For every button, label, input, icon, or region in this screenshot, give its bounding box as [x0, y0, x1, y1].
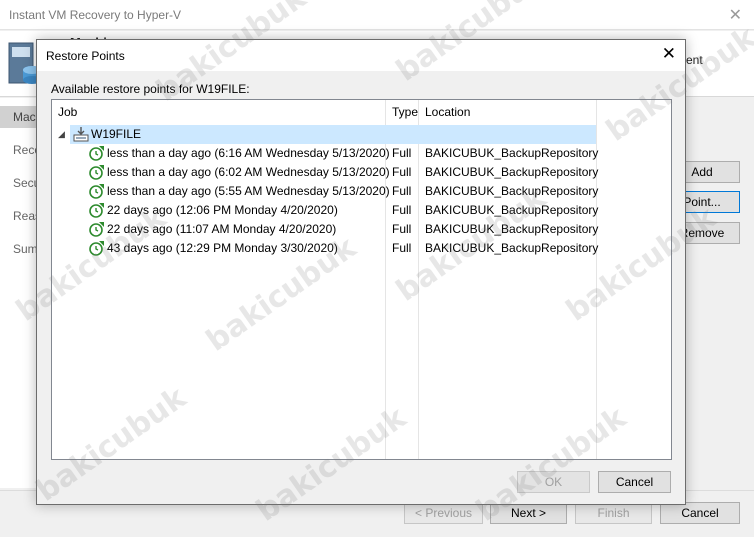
- table-row[interactable]: less than a day ago (5:55 AM Wednesday 5…: [52, 182, 671, 201]
- wizard-titlebar: Instant VM Recovery to Hyper-V ✕: [0, 0, 754, 30]
- wizard-cancel-button[interactable]: Cancel: [660, 502, 740, 524]
- collapse-icon[interactable]: ◢: [58, 125, 65, 144]
- wizard-title: Instant VM Recovery to Hyper-V: [9, 8, 182, 22]
- wizard-steps: Machines Recovery Mode Secure Restore Re…: [0, 98, 40, 488]
- location-cell: BAKICUBUK_BackupRepository: [425, 241, 599, 255]
- row-selection-highlight: [70, 125, 596, 144]
- location-cell: BAKICUBUK_BackupRepository: [425, 165, 599, 179]
- location-cell: BAKICUBUK_BackupRepository: [425, 203, 599, 217]
- wizard-close-icon[interactable]: ✕: [729, 5, 742, 25]
- restore-points-grid[interactable]: Job Type Location ◢ W19FILE less than a …: [51, 99, 672, 460]
- table-row[interactable]: less than a day ago (6:02 AM Wednesday 5…: [52, 163, 671, 182]
- step-machines[interactable]: Machines: [0, 106, 40, 128]
- table-row[interactable]: 43 days ago (12:29 PM Monday 3/30/2020) …: [52, 239, 671, 258]
- ok-button[interactable]: OK: [517, 471, 590, 493]
- type-cell: Full: [392, 184, 412, 198]
- restore-points-dialog: Restore Points ✕ Available restore point…: [36, 39, 686, 505]
- node-name: W19FILE: [91, 127, 142, 141]
- table-row[interactable]: less than a day ago (6:16 AM Wednesday 5…: [52, 144, 671, 163]
- type-cell: Full: [392, 146, 412, 160]
- job-cell: less than a day ago (6:16 AM Wednesday 5…: [107, 146, 390, 160]
- location-cell: BAKICUBUK_BackupRepository: [425, 222, 599, 236]
- table-row[interactable]: 22 days ago (11:07 AM Monday 4/20/2020) …: [52, 220, 671, 239]
- job-cell: less than a day ago (5:55 AM Wednesday 5…: [107, 184, 390, 198]
- column-header-type[interactable]: Type: [386, 100, 418, 124]
- restore-point-clock-icon: [89, 146, 104, 161]
- column-header-job[interactable]: Job: [52, 100, 385, 124]
- dialog-close-icon[interactable]: ✕: [662, 45, 676, 63]
- restore-point-clock-icon: [89, 165, 104, 180]
- job-cell: 22 days ago (11:07 AM Monday 4/20/2020): [107, 222, 337, 236]
- restore-point-clock-icon: [89, 241, 104, 256]
- location-cell: BAKICUBUK_BackupRepository: [425, 184, 599, 198]
- job-cell: 43 days ago (12:29 PM Monday 3/30/2020): [107, 241, 338, 255]
- dialog-titlebar: Restore Points ✕: [37, 40, 685, 71]
- next-button[interactable]: Next >: [490, 502, 567, 524]
- restore-point-clock-icon: [89, 222, 104, 237]
- table-row[interactable]: 22 days ago (12:06 PM Monday 4/20/2020) …: [52, 201, 671, 220]
- dialog-title: Restore Points: [46, 49, 125, 63]
- dialog-cancel-button[interactable]: Cancel: [598, 471, 671, 493]
- column-header-location[interactable]: Location: [419, 100, 597, 124]
- type-cell: Full: [392, 203, 412, 217]
- job-cell: 22 days ago (12:06 PM Monday 4/20/2020): [107, 203, 338, 217]
- restore-point-clock-icon: [89, 203, 104, 218]
- finish-button[interactable]: Finish: [575, 502, 652, 524]
- type-cell: Full: [392, 222, 412, 236]
- type-cell: Full: [392, 165, 412, 179]
- location-cell: BAKICUBUK_BackupRepository: [425, 146, 599, 160]
- tree-node-w19file[interactable]: ◢ W19FILE: [52, 125, 671, 144]
- vm-icon: [73, 127, 89, 142]
- restore-point-clock-icon: [89, 184, 104, 199]
- wizard-header-description: ent: [686, 53, 703, 67]
- type-cell: Full: [392, 241, 412, 255]
- job-cell: less than a day ago (6:02 AM Wednesday 5…: [107, 165, 390, 179]
- restore-points-label: Available restore points for W19FILE:: [51, 82, 250, 96]
- previous-button[interactable]: < Previous: [404, 502, 483, 524]
